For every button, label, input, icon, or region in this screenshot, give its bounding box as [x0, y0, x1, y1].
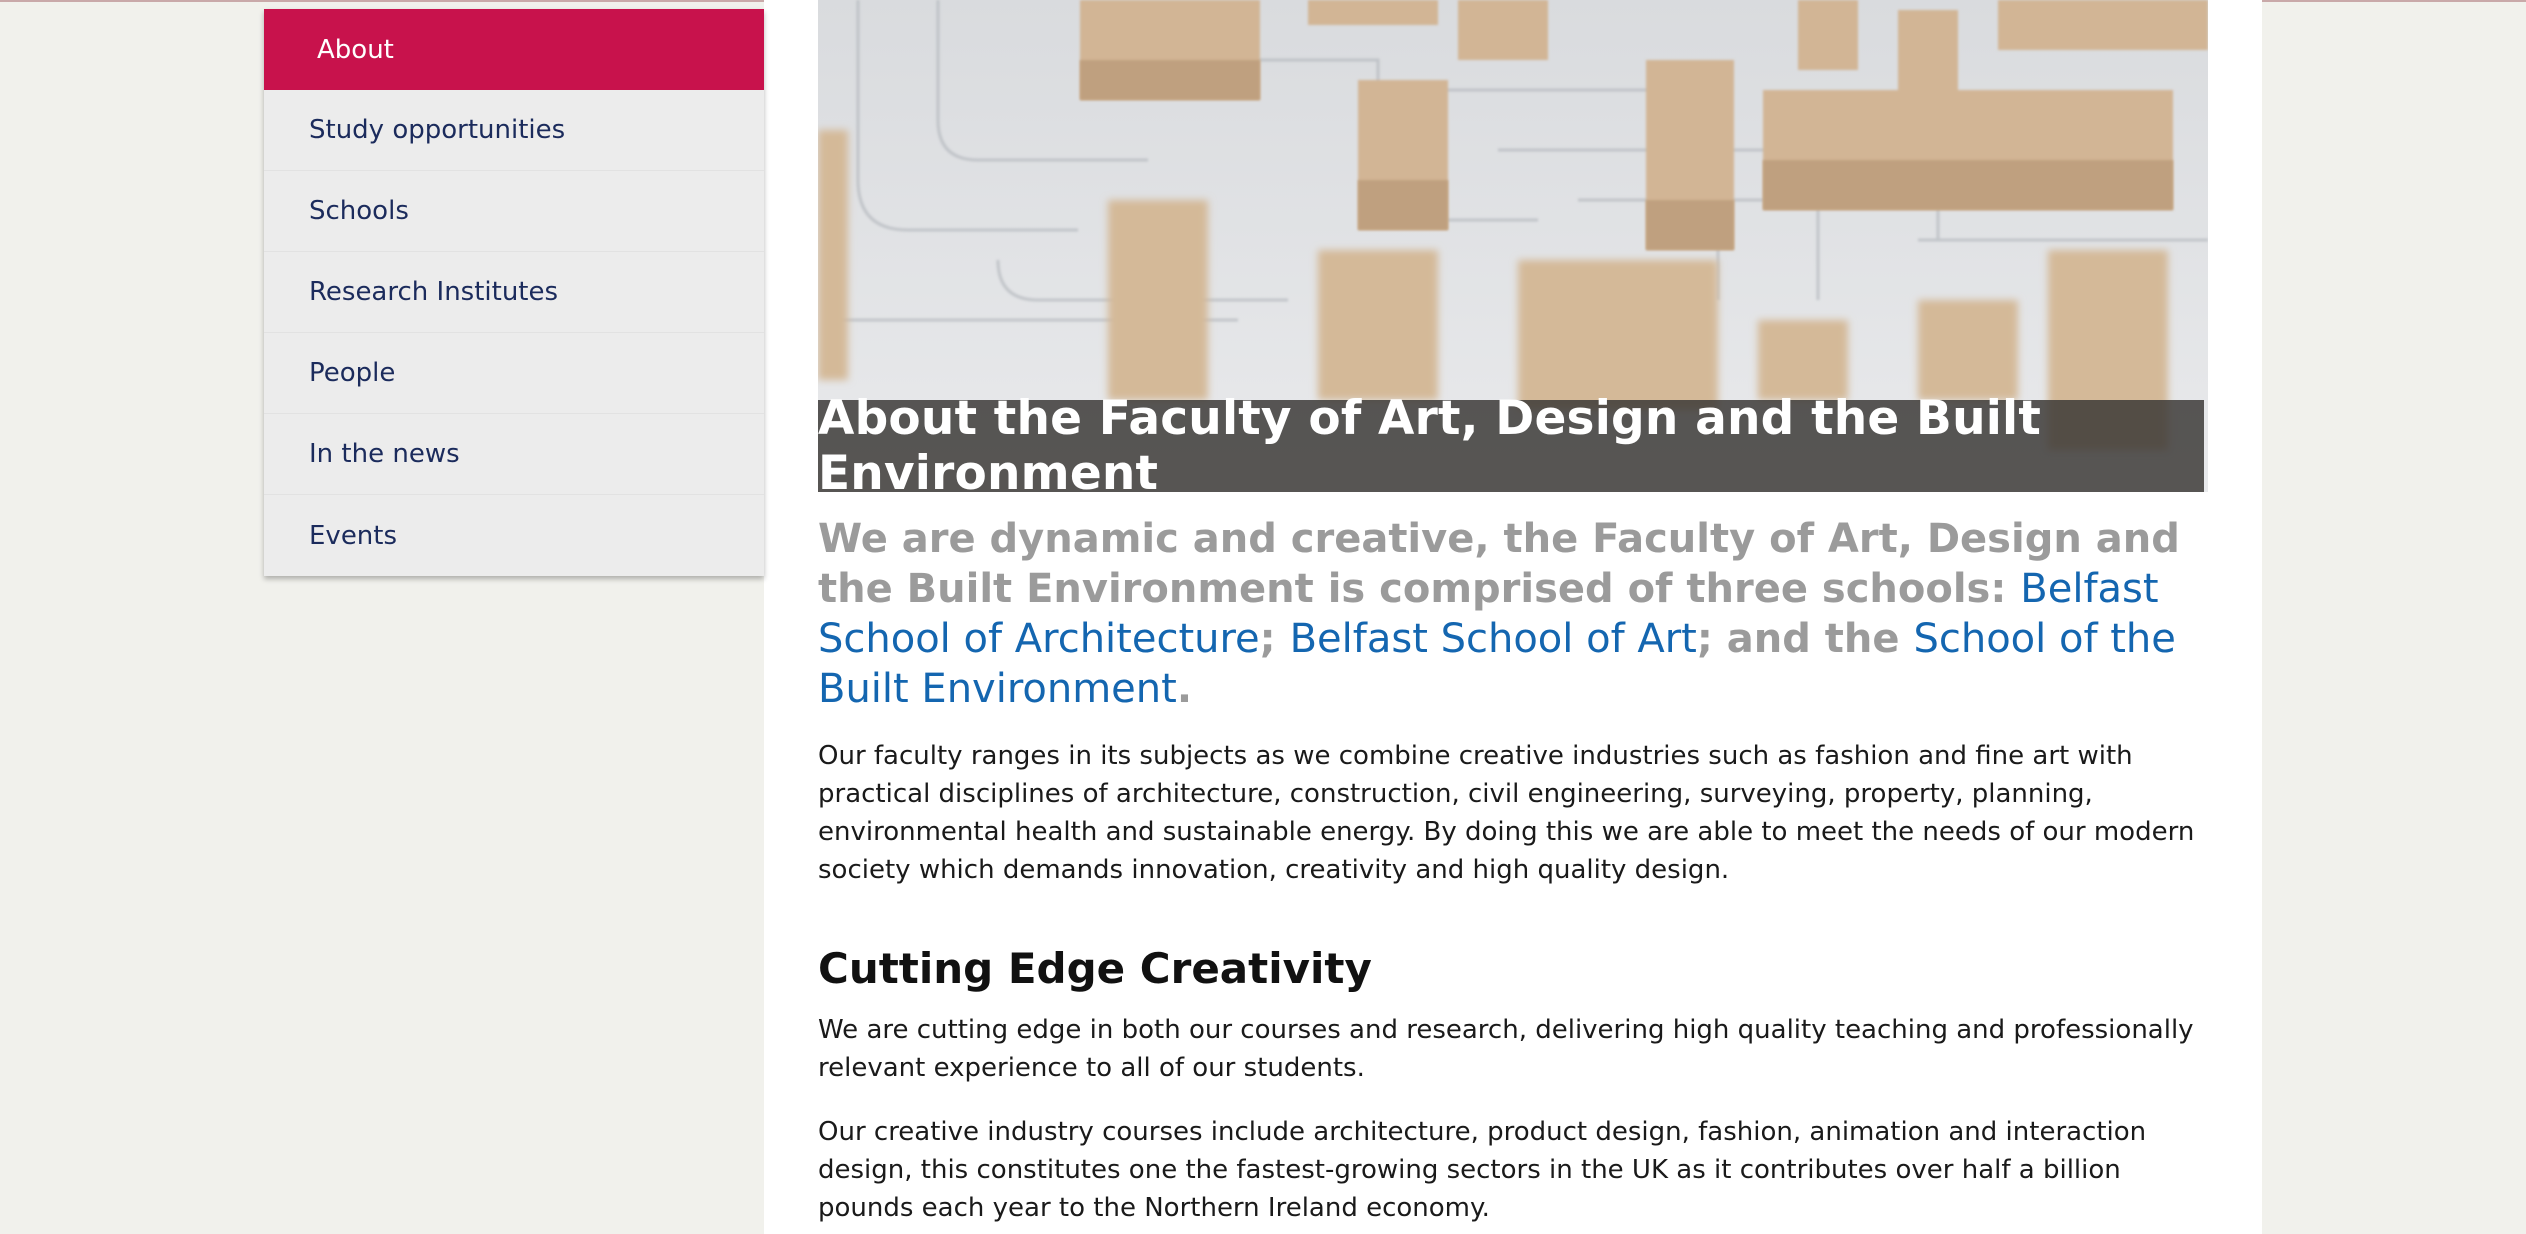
intro-text-2: ; and the: [1696, 616, 1914, 662]
intro-separator: ;: [1259, 616, 1290, 662]
hero-banner: About the Faculty of Art, Design and the…: [818, 0, 2208, 492]
sidebar-item-study-opportunities[interactable]: Study opportunities: [264, 90, 764, 171]
sidebar-item-people[interactable]: People: [264, 333, 764, 414]
sidebar-item-research-institutes[interactable]: Research Institutes: [264, 252, 764, 333]
sidebar-item-schools[interactable]: Schools: [264, 171, 764, 252]
sidebar-item-events[interactable]: Events: [264, 495, 764, 576]
intro-end: .: [1176, 666, 1193, 712]
cutting-edge-paragraph: We are cutting edge in both our courses …: [818, 1015, 2194, 1083]
sidebar-item-about[interactable]: About: [264, 9, 764, 90]
creative-industry-paragraph: Our creative industry courses include ar…: [818, 1117, 2147, 1223]
sidebar-nav: About Study opportunities Schools Resear…: [264, 9, 764, 576]
intro-lead: We are dynamic and creative, the Faculty…: [818, 514, 2218, 714]
sidebar-item-in-the-news[interactable]: In the news: [264, 414, 764, 495]
section-heading: Cutting Edge Creativity: [818, 944, 1372, 993]
hero-caption: About the Faculty of Art, Design and the…: [818, 391, 2204, 492]
faculty-paragraph: Our faculty ranges in its subjects as we…: [818, 741, 2195, 885]
link-belfast-school-of-art[interactable]: Belfast School of Art: [1290, 616, 1697, 662]
intro-text-1: We are dynamic and creative, the Faculty…: [818, 516, 2180, 612]
